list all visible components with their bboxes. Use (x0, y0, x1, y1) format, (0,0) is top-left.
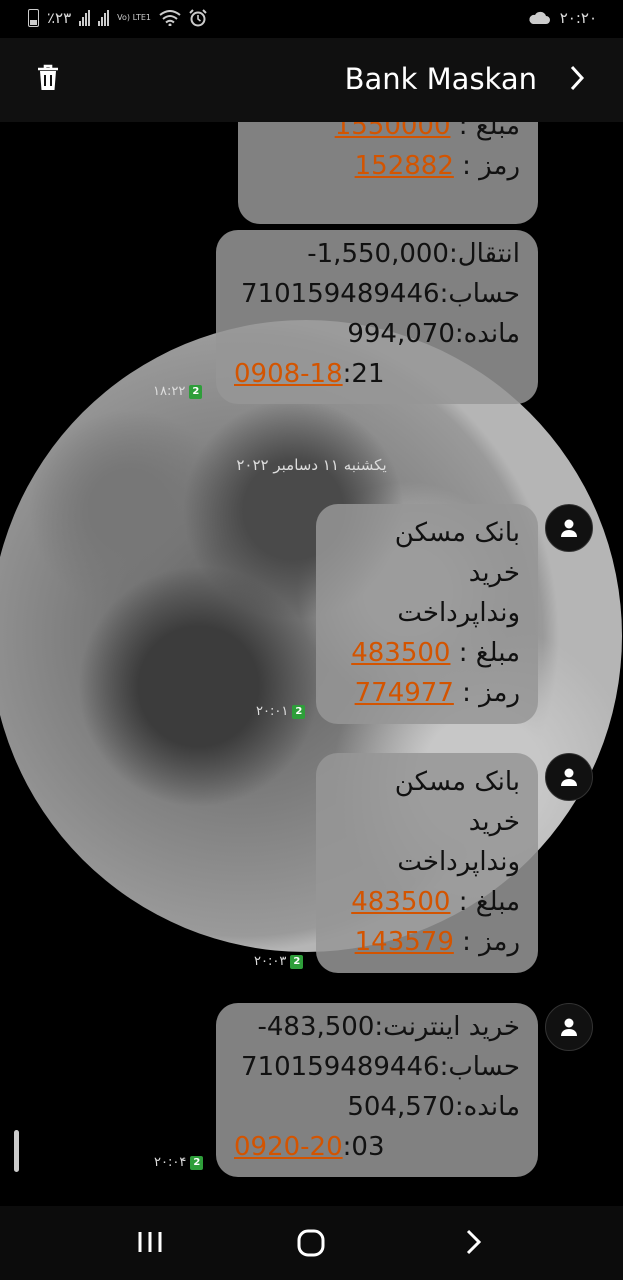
status-right: ۲۰:۲۰ (528, 9, 597, 27)
message-line: خرید (468, 558, 520, 588)
navigation-bar (0, 1206, 623, 1280)
sender-avatar[interactable] (545, 753, 593, 801)
message-bubble[interactable]: خرید اینترنت:483,500- حساب:710159489446 … (216, 1003, 538, 1177)
message-line: خرید (468, 807, 520, 837)
sim-badge: 2 (290, 954, 304, 969)
time-rest: :03 (342, 1132, 385, 1162)
message-line: انتقال:1,550,000- (307, 239, 520, 269)
date-separator: یکشنبه ۱۱ دسامبر ۲۰۲۲ (236, 456, 387, 474)
time-link[interactable]: 0920-20 (234, 1132, 343, 1162)
message-line: حساب:710159489446 (241, 1052, 520, 1082)
message-timestamp: ۲۰:۰۳ 2 (254, 954, 304, 969)
message-code-row: رمز : 774977 (334, 673, 520, 713)
status-bar: ٪۲۳ Vo) LTE1 ۲۰:۲۰ (0, 0, 623, 38)
message-line: مانده:994,070 (347, 319, 520, 349)
message-bubble[interactable]: بانک مسکن خرید ونداپرداخت مبلغ : 483500 … (316, 504, 538, 724)
message-bubble[interactable]: انتقال:1,550,000- حساب:710159489446 ماند… (216, 230, 538, 404)
chevron-right-icon[interactable] (569, 64, 585, 92)
message-time-row: 0908-18:21 (234, 354, 520, 394)
message-line: بانک مسکن (394, 518, 520, 548)
message-bubble[interactable]: بانک مسکن خرید ونداپرداخت مبلغ : 483500 … (316, 753, 538, 973)
message-amount-row: مبلغ : 483500 (334, 882, 520, 922)
battery-percent: ٪۲۳ (47, 9, 72, 27)
trash-icon[interactable] (36, 64, 60, 92)
status-left: ٪۲۳ Vo) LTE1 (28, 9, 207, 27)
battery-icon (28, 9, 39, 27)
recent-apps-icon[interactable] (136, 1228, 164, 1256)
message-line: بانک مسکن (394, 767, 520, 797)
time-link[interactable]: 0908-18 (234, 359, 343, 389)
message-amount-row: مبلغ : 1550000 (256, 122, 520, 146)
sim-badge: 2 (190, 1155, 204, 1170)
scrollbar[interactable] (14, 1130, 19, 1172)
code-label: رمز : (462, 678, 520, 708)
network-type: Vo) LTE1 (117, 13, 151, 22)
person-icon (561, 1018, 577, 1036)
back-icon[interactable] (464, 1228, 484, 1256)
person-icon (561, 768, 577, 786)
amount-link[interactable]: 483500 (351, 638, 450, 668)
message-line: مانده:504,570 (347, 1092, 520, 1122)
signal-icon (79, 10, 91, 26)
code-label: رمز : (462, 151, 520, 181)
message-timestamp: ۲۰:۰۱ 2 (256, 704, 306, 719)
message-timestamp: ۲۰:۰۴ 2 (154, 1155, 204, 1170)
timestamp-text: ۲۰:۰۱ (256, 704, 289, 719)
wifi-icon (159, 10, 181, 26)
timestamp-text: ۲۰:۰۳ (254, 954, 287, 969)
status-clock: ۲۰:۲۰ (559, 9, 597, 27)
code-link[interactable]: 152882 (355, 151, 454, 181)
code-link[interactable]: 774977 (355, 678, 454, 708)
contact-title[interactable]: Bank Maskan (345, 62, 537, 96)
message-list[interactable]: مبلغ : 1550000 رمز : 152882 انتقال:1,550… (0, 122, 623, 1206)
amount-link[interactable]: 483500 (351, 887, 450, 917)
sender-avatar[interactable] (545, 1003, 593, 1051)
message-code-row: رمز : 143579 (334, 922, 520, 962)
time-rest: :21 (342, 359, 385, 389)
alarm-icon (189, 9, 207, 27)
timestamp-text: ۱۸:۲۲ (153, 384, 186, 399)
amount-label: مبلغ : (458, 887, 520, 917)
amount-label: مبلغ : (458, 122, 520, 141)
message-line: ونداپرداخت (397, 598, 520, 628)
message-line: حساب:710159489446 (241, 279, 520, 309)
home-icon[interactable] (296, 1228, 326, 1258)
cloud-icon (529, 11, 550, 24)
amount-link[interactable]: 1550000 (335, 122, 451, 141)
message-line: ونداپرداخت (397, 847, 520, 877)
conversation-header: Bank Maskan (0, 38, 623, 122)
signal-icon-2 (98, 10, 110, 26)
timestamp-text: ۲۰:۰۴ (154, 1155, 187, 1170)
message-amount-row: مبلغ : 483500 (334, 633, 520, 673)
code-link[interactable]: 143579 (355, 927, 454, 957)
sender-avatar[interactable] (545, 504, 593, 552)
message-time-row: 0920-20:03 (234, 1127, 520, 1167)
message-timestamp: ۱۸:۲۲ 2 (153, 384, 203, 399)
message-code-row: رمز : 152882 (256, 146, 520, 186)
person-icon (561, 519, 577, 537)
amount-label: مبلغ : (458, 638, 520, 668)
sim-badge: 2 (189, 384, 203, 399)
message-bubble[interactable]: مبلغ : 1550000 رمز : 152882 (238, 122, 538, 224)
message-line: خرید اینترنت:483,500- (257, 1012, 520, 1042)
sim-badge: 2 (292, 704, 306, 719)
code-label: رمز : (462, 927, 520, 957)
